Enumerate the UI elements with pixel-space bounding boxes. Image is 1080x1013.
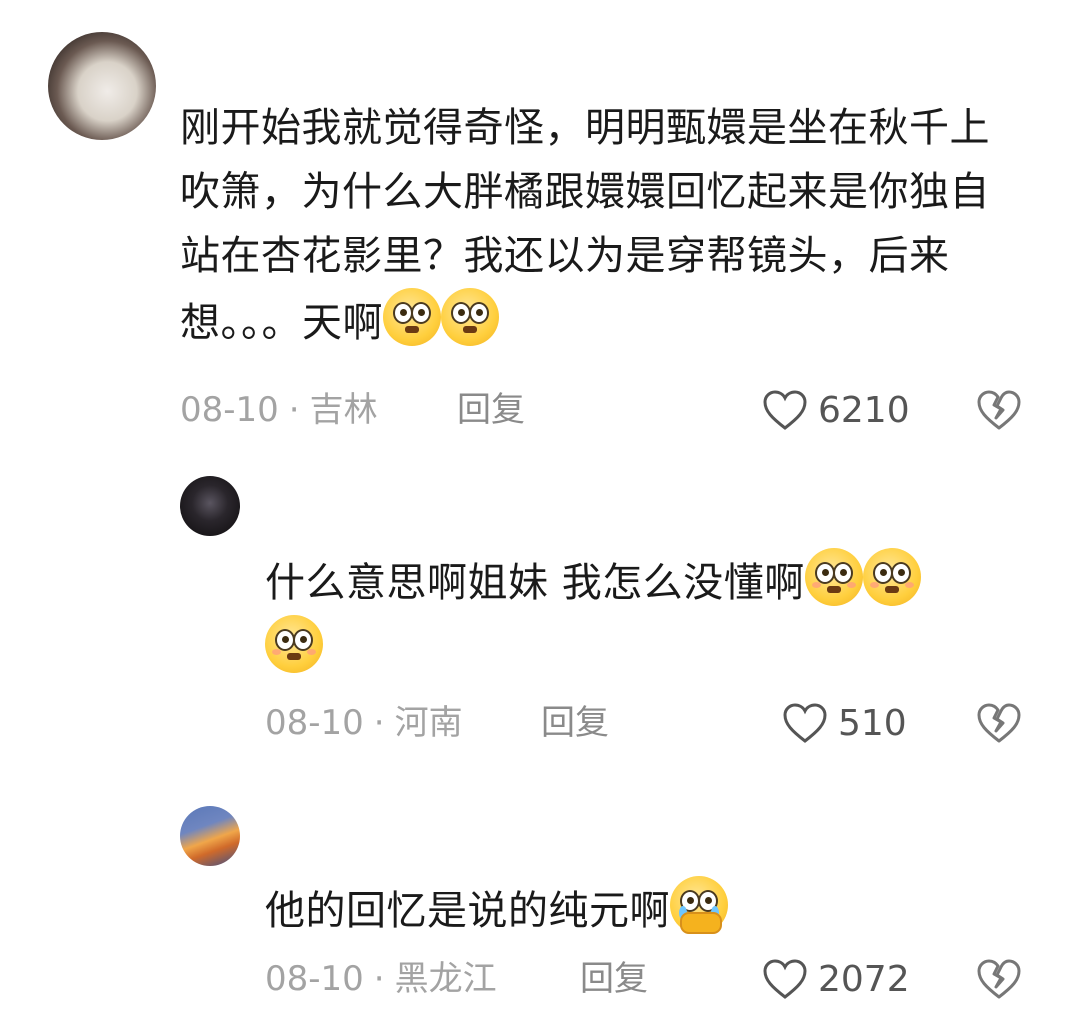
separator-dot: · xyxy=(288,390,300,430)
pleading-face-emoji-icon xyxy=(862,548,921,606)
comment-text: 刚开始我就觉得奇怪，明明甄嬛是坐在秋千上吹箫，为什么大胖橘跟嬛嬛回忆起来是你独自… xyxy=(180,96,1020,355)
comment-location: 河南 xyxy=(394,703,463,743)
comment-text-content: 什么意思啊姐妹 我怎么没懂啊 xyxy=(265,560,805,606)
flushed-face-emoji-icon xyxy=(441,288,499,346)
reply-item: 什么意思啊姐妹 我怎么没懂啊 08-10 · 河南 回复 510 xyxy=(0,460,1080,790)
comment-text-content: 刚开始我就觉得奇怪，明明甄嬛是坐在秋千上吹箫，为什么大胖橘跟嬛嬛回忆起来是你独自… xyxy=(180,105,990,346)
comment-location: 吉林 xyxy=(309,390,378,430)
comment-date: 08-10 xyxy=(265,703,364,743)
comment-location: 黑龙江 xyxy=(394,959,497,999)
like-button[interactable]: 2072 xyxy=(762,954,910,1004)
comment-item: 刚开始我就觉得奇怪，明明甄嬛是坐在秋千上吹箫，为什么大胖橘跟嬛嬛回忆起来是你独自… xyxy=(0,0,1080,460)
heart-icon xyxy=(763,390,807,430)
comment-meta: 08-10 · 吉林 xyxy=(180,385,378,435)
pleading-face-emoji-icon xyxy=(804,548,863,606)
comment-meta: 08-10 · 黑龙江 xyxy=(265,954,497,1004)
like-count: 510 xyxy=(838,702,907,744)
crying-face-holding-back-tears-emoji-icon xyxy=(670,876,728,934)
comment-date: 08-10 xyxy=(180,390,279,430)
broken-heart-icon[interactable] xyxy=(975,388,1023,432)
avatar[interactable] xyxy=(180,806,240,866)
reply-button[interactable]: 回复 xyxy=(580,954,648,1004)
broken-heart-icon[interactable] xyxy=(975,701,1023,745)
like-count: 6210 xyxy=(818,389,910,431)
like-button[interactable]: 510 xyxy=(782,698,907,748)
comment-text-content: 他的回忆是说的纯元啊 xyxy=(265,888,670,934)
flushed-face-emoji-icon xyxy=(383,288,441,346)
like-button[interactable]: 6210 xyxy=(762,385,910,435)
like-count: 2072 xyxy=(818,958,910,1000)
pleading-face-emoji-icon xyxy=(265,615,323,673)
reply-button[interactable]: 回复 xyxy=(457,385,525,435)
heart-icon xyxy=(763,959,807,999)
separator-dot: · xyxy=(373,959,385,999)
comment-date: 08-10 xyxy=(265,959,364,999)
comment-meta: 08-10 · 河南 xyxy=(265,698,463,748)
avatar[interactable] xyxy=(180,476,240,536)
heart-icon xyxy=(783,703,827,743)
separator-dot: · xyxy=(373,703,385,743)
reply-item: 他的回忆是说的纯元啊 08-10 · 黑龙江 回复 2072 xyxy=(0,790,1080,1013)
comment-text: 什么意思啊姐妹 我怎么没懂啊 xyxy=(265,548,1025,682)
reply-button[interactable]: 回复 xyxy=(541,698,609,748)
comment-text: 他的回忆是说的纯元啊 xyxy=(265,876,1025,943)
broken-heart-icon[interactable] xyxy=(975,957,1023,1001)
avatar[interactable] xyxy=(48,32,156,140)
